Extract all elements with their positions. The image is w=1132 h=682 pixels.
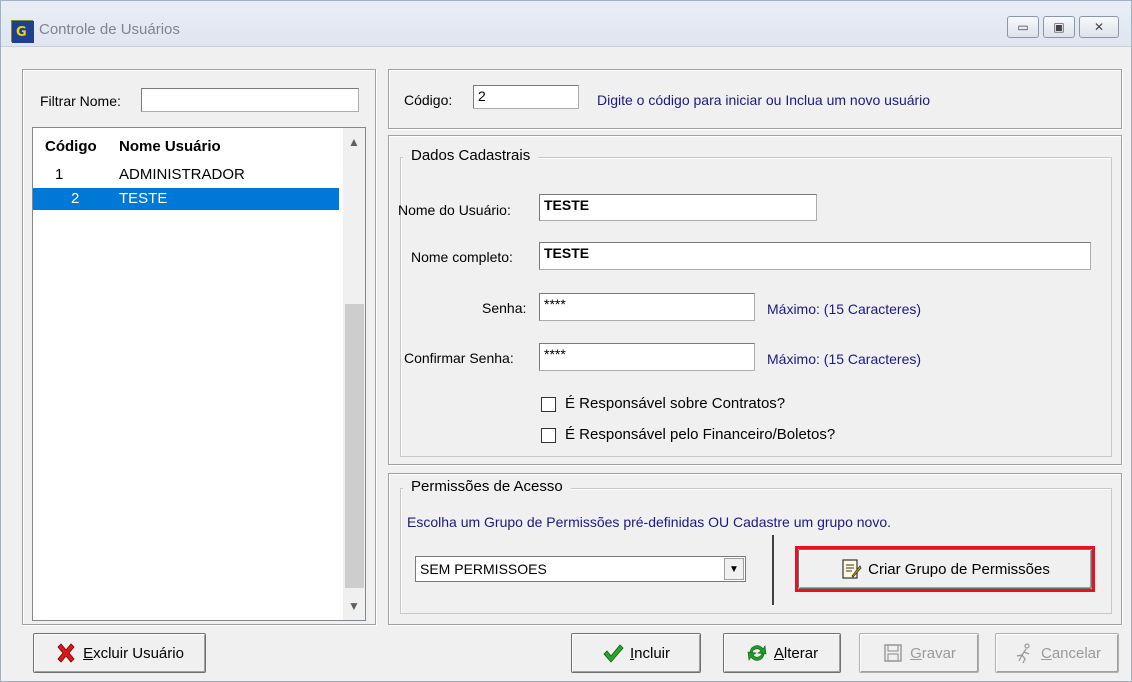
running-man-icon: [1013, 642, 1035, 664]
registration-legend: Dados Cadastrais: [403, 147, 539, 164]
cancel-button[interactable]: Cancelar: [995, 633, 1119, 673]
save-label: ravar: [921, 644, 956, 662]
list-item-selected[interactable]: 2 TESTE: [33, 188, 339, 210]
fullname-label: Nome completo:: [411, 249, 513, 265]
code-hint: Digite o código para iniciar ou Inclua u…: [597, 92, 931, 108]
user-control-window: G Controle de Usuários ▭ ▣ ✕ Filtrar Nom…: [0, 0, 1132, 682]
list-item-code: 2: [71, 190, 80, 207]
list-item-name: TESTE: [119, 190, 168, 207]
code-label: Código:: [404, 92, 453, 108]
window-title: Controle de Usuários: [39, 21, 180, 38]
contracts-responsible-checkbox[interactable]: [541, 397, 556, 412]
app-logo-icon: G: [11, 20, 34, 43]
username-label: Nome do Usuário:: [398, 202, 511, 218]
permission-group-value: SEM PERMISSOES: [420, 561, 547, 577]
permission-group-select[interactable]: SEM PERMISSOES ▼: [415, 556, 746, 582]
permissions-legend: Permissões de Acesso: [403, 478, 571, 495]
save-button[interactable]: Gravar: [859, 633, 979, 673]
confirm-password-input[interactable]: ****: [539, 343, 755, 371]
include-label: ncluir: [634, 644, 671, 662]
chevron-down-icon[interactable]: ▼: [724, 558, 744, 580]
minimize-icon: ▭: [1017, 20, 1029, 34]
alter-button[interactable]: Alterar: [723, 633, 841, 673]
title-bar[interactable]: G Controle de Usuários ▭ ▣ ✕: [1, 1, 1131, 47]
list-scrollbar[interactable]: ▲ ▼: [343, 128, 365, 620]
cancel-accel: C: [1040, 644, 1052, 662]
column-header-name[interactable]: Nome Usuário: [119, 138, 221, 155]
floppy-disk-icon: [882, 642, 904, 664]
delete-user-accel: E: [83, 644, 94, 662]
filter-name-input[interactable]: [141, 88, 359, 112]
finance-responsible-label[interactable]: É Responsável pelo Financeiro/Boletos?: [565, 426, 835, 443]
filter-label: Filtrar Nome:: [40, 93, 121, 109]
restore-icon: ▣: [1053, 20, 1065, 34]
scroll-down-icon[interactable]: ▼: [343, 596, 365, 616]
password-label: Senha:: [482, 300, 527, 316]
list-item-name: ADMINISTRADOR: [119, 166, 245, 183]
delete-user-label: xcluir Usuário: [93, 644, 184, 662]
scroll-thumb[interactable]: [345, 304, 364, 588]
include-button[interactable]: Incluir: [571, 633, 701, 673]
contracts-responsible-label[interactable]: É Responsável sobre Contratos?: [565, 395, 785, 412]
code-input[interactable]: 2: [473, 85, 579, 109]
permissions-divider: [772, 535, 774, 605]
close-icon: ✕: [1093, 20, 1105, 34]
list-item[interactable]: 1 ADMINISTRADOR: [33, 164, 339, 186]
minimize-button[interactable]: ▭: [1007, 16, 1039, 38]
fullname-input[interactable]: TESTE: [539, 242, 1091, 270]
password-hint: Máximo: (15 Caracteres): [767, 301, 922, 317]
confirm-password-hint: Máximo: (15 Caracteres): [767, 351, 922, 367]
delete-user-button[interactable]: Excluir Usuário: [33, 633, 206, 673]
permissions-instruction: Escolha um Grupo de Permissões pré-defin…: [407, 514, 892, 530]
red-x-icon: [55, 642, 77, 664]
column-header-code[interactable]: Código: [45, 138, 97, 155]
green-check-icon: [602, 642, 624, 664]
password-input[interactable]: ****: [539, 293, 755, 321]
green-refresh-icon: [746, 642, 768, 664]
finance-responsible-checkbox[interactable]: [541, 428, 556, 443]
svg-text:G: G: [16, 25, 27, 40]
alter-accel: A: [773, 644, 784, 662]
username-input[interactable]: TESTE: [539, 194, 817, 221]
restore-button[interactable]: ▣: [1043, 16, 1075, 38]
save-accel: G: [910, 644, 922, 662]
cancel-label: ancelar: [1051, 644, 1102, 662]
close-button[interactable]: ✕: [1079, 16, 1119, 38]
list-item-code: 1: [55, 166, 64, 183]
confirm-password-label: Confirmar Senha:: [404, 350, 514, 366]
alter-label: lterar: [783, 644, 819, 662]
highlight-box: [795, 546, 1095, 592]
list-header: Código Nome Usuário: [33, 128, 343, 162]
user-list[interactable]: Código Nome Usuário 1 ADMINISTRADOR 2 TE…: [32, 127, 366, 621]
scroll-up-icon[interactable]: ▲: [343, 132, 365, 152]
